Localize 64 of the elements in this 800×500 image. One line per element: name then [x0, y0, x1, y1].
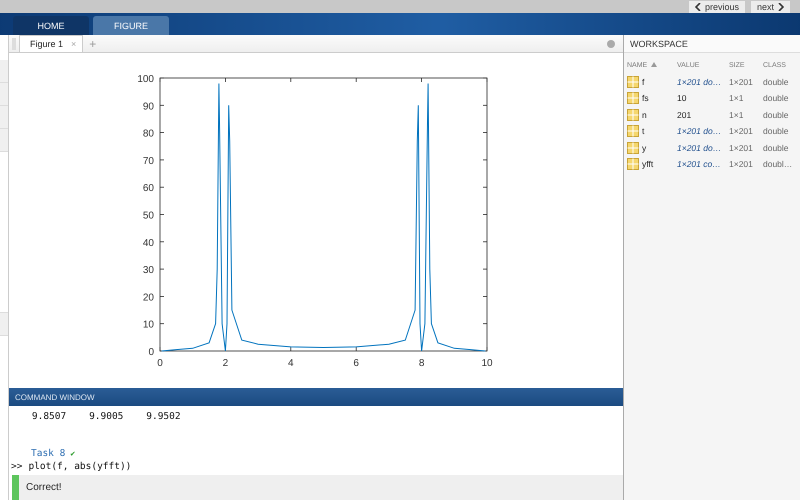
y-tick-label: 50: [142, 210, 154, 222]
next-button[interactable]: next: [750, 1, 790, 13]
y-tick-label: 0: [148, 347, 154, 358]
x-tick-label: 2: [222, 358, 228, 369]
variable-value: 1×201 do…: [677, 142, 722, 153]
ribbon-tab[interactable]: FIGURE: [93, 16, 169, 35]
variable-size: 1×201: [729, 142, 753, 153]
table-icon: [627, 92, 639, 104]
variable-class: double: [763, 93, 789, 104]
x-tick-label: 8: [418, 358, 424, 369]
table-icon: [627, 158, 639, 170]
variable-class: double: [763, 76, 789, 87]
y-tick-label: 80: [142, 128, 154, 140]
variable-value: 1×201 co…: [677, 159, 721, 170]
variable-name[interactable]: fs: [642, 93, 649, 104]
variable-size: 1×201: [729, 126, 753, 136]
variable-size: 1×201: [729, 76, 753, 87]
sort-arrow-icon: [651, 62, 658, 69]
variable-value: 1×201 do…: [677, 76, 722, 87]
variable-class: doubl…: [763, 159, 792, 170]
y-tick-label: 90: [142, 101, 154, 112]
variable-class: double: [763, 142, 789, 153]
x-tick-label: 0: [157, 358, 163, 369]
variable-value: 201: [677, 110, 692, 120]
y-tick-label: 60: [142, 183, 154, 194]
prompt-symbol: >>: [11, 461, 22, 472]
y-tick-label: 40: [142, 238, 154, 249]
previous-button[interactable]: previous: [688, 1, 745, 13]
variable-name[interactable]: yfft: [642, 159, 654, 170]
variable-name[interactable]: n: [642, 110, 647, 120]
table-icon: [627, 142, 639, 154]
command-text: plot(f, abs(yfft)): [28, 461, 132, 472]
variable-size: 1×1: [729, 110, 744, 120]
variable-class: double: [763, 110, 789, 120]
output-text: 9.8507 9.9005 9.9502: [30, 411, 181, 422]
options-icon[interactable]: [607, 40, 615, 48]
check-icon: ✔: [70, 449, 76, 458]
variable-value: 10: [677, 93, 686, 104]
panel-title: WORKSPACE: [630, 38, 688, 48]
table-icon: [627, 76, 639, 88]
chevron-icon: [694, 3, 701, 11]
variable-name[interactable]: t: [642, 126, 644, 136]
panel-title: COMMAND WINDOW: [15, 392, 95, 402]
variable-class: double: [763, 126, 789, 136]
variable-size: 1×1: [729, 93, 744, 104]
y-tick-label: 20: [142, 292, 154, 304]
table-icon: [627, 108, 639, 121]
x-tick-label: 10: [481, 358, 493, 369]
chevron-icon: [778, 3, 784, 11]
variable-name[interactable]: f: [642, 76, 644, 87]
y-tick-label: 70: [142, 156, 154, 167]
feedback-message: Correct!: [26, 482, 62, 493]
ribbon-tab[interactable]: HOME: [13, 16, 89, 35]
variable-name[interactable]: y: [642, 142, 646, 153]
y-tick-label: 30: [142, 265, 154, 276]
variable-value: 1×201 do…: [677, 126, 722, 136]
figure-tab[interactable]: Figure 1 ×: [19, 35, 84, 52]
y-tick-label: 10: [142, 320, 154, 331]
y-tick-label: 100: [137, 74, 154, 85]
task-label: Task 8: [31, 448, 66, 459]
x-tick-label: 6: [353, 358, 359, 369]
x-tick-label: 4: [288, 358, 294, 369]
table-icon: [627, 125, 639, 138]
variable-size: 1×201: [729, 159, 753, 170]
